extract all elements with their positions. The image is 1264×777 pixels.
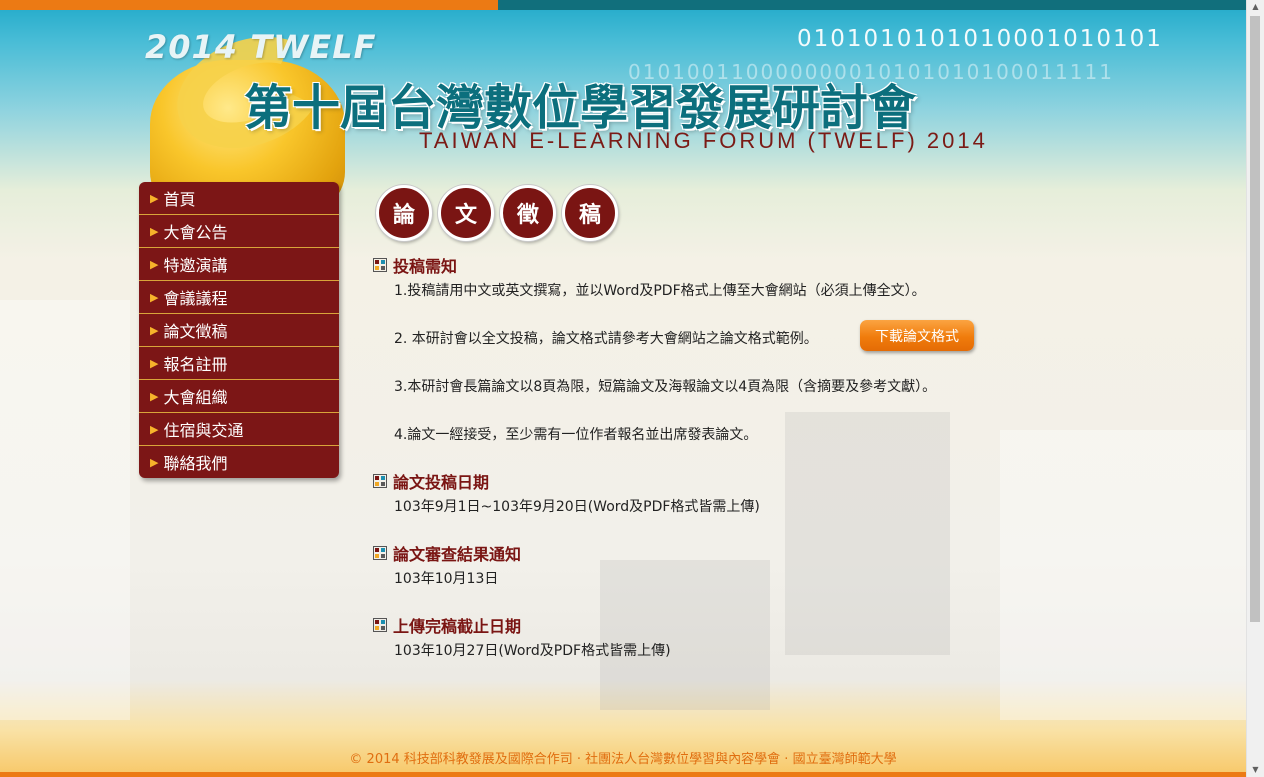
arrow-right-icon: ▶ [150,356,159,370]
sidebar-item-accommodation[interactable]: ▶ 住宿與交通 [139,413,339,446]
sidebar-item-label: 論文徵稿 [163,322,228,341]
site-title-english: TAIWAN E-LEARNING FORUM (TWELF) 2014 [419,128,988,153]
sidebar-nav: ▶ 首頁 ▶ 大會公告 ▶ 特邀演講 ▶ 會議議程 ▶ 論文徵稿 ▶ 報名註冊 ▶ 大會組織 … [139,182,339,478]
sidebar-item-registration[interactable]: ▶ 報名註冊 [139,347,339,380]
section-bullet-icon [373,474,387,488]
vertical-scrollbar[interactable]: ▲ ▼ [1246,0,1264,777]
page-title: 論 文 徵 稿 [376,185,618,241]
bottom-accent-bar [0,772,1246,777]
guideline-item: 2. 本研討會以全文投稿，論文格式請參考大會網站之論文格式範例。 [394,331,818,347]
sidebar-item-program[interactable]: ▶ 會議議程 [139,281,339,314]
arrow-right-icon: ▶ [150,290,159,304]
sidebar-item-label: 特邀演講 [163,256,228,275]
sidebar-item-call-for-papers[interactable]: ▶ 論文徵稿 [139,314,339,347]
section-title: 投稿需知 [393,257,458,276]
guideline-item: 4.論文一經接受，至少需有一位作者報名並出席發表論文。 [394,427,758,443]
scroll-down-icon[interactable]: ▼ [1247,763,1264,777]
section-title: 上傳完稿截止日期 [393,617,522,636]
arrow-right-icon: ▶ [150,422,159,436]
background-panel [785,412,950,655]
sidebar-item-announcements[interactable]: ▶ 大會公告 [139,215,339,248]
section-title: 論文投稿日期 [393,473,490,492]
scrollbar-thumb[interactable] [1250,16,1260,622]
sidebar-item-home[interactable]: ▶ 首頁 [139,182,339,215]
page-title-char: 論 [376,185,432,241]
sidebar-item-label: 住宿與交通 [163,421,244,440]
section-review: 論文審查結果通知 103年10月13日 [373,543,521,588]
section-bullet-icon [373,618,387,632]
guideline-item: 1.投稿請用中文或英文撰寫，並以Word及PDF格式上傳至大會網站（必須上傳全文… [394,283,926,299]
sidebar-item-label: 會議議程 [163,289,228,308]
scroll-up-icon[interactable]: ▲ [1247,0,1264,14]
section-bullet-icon [373,258,387,272]
arrow-right-icon: ▶ [150,191,159,205]
arrow-right-icon: ▶ [150,389,159,403]
sidebar-item-keynotes[interactable]: ▶ 特邀演講 [139,248,339,281]
page-title-char: 徵 [500,185,556,241]
brand-year: 2014 TWELF [145,28,377,66]
top-accent-bar-teal [498,0,1246,10]
sidebar-item-organization[interactable]: ▶ 大會組織 [139,380,339,413]
sidebar-item-label: 大會組織 [163,388,228,407]
footer-copyright: © 2014 科技部科教發展及國際合作司 · 社團法人台灣數位學習與內容學會 ·… [349,752,897,767]
section-title: 論文審查結果通知 [393,545,522,564]
binary-decoration: 0101010101010001010101 [797,26,1163,52]
download-template-button[interactable]: 下載論文格式 [860,320,974,351]
section-final: 上傳完稿截止日期 103年10月27日(Word及PDF格式皆需上傳) [373,615,671,660]
page-title-char: 文 [438,185,494,241]
guideline-item: 3.本研討會長篇論文以8頁為限，短篇論文及海報論文以4頁為限（含摘要及參考文獻）… [394,379,937,395]
section-bullet-icon [373,546,387,560]
background-panel [1000,430,1246,720]
page-title-char: 稿 [562,185,618,241]
sidebar-item-label: 首頁 [163,190,196,209]
sidebar-item-label: 聯絡我們 [163,454,228,473]
top-accent-bar-orange [0,0,498,10]
sidebar-item-contact[interactable]: ▶ 聯絡我們 [139,446,339,478]
background-panel [0,300,130,720]
section-text: 103年10月13日 [394,571,499,587]
sidebar-item-label: 報名註冊 [163,355,228,374]
arrow-right-icon: ▶ [150,323,159,337]
section-submission: 論文投稿日期 103年9月1日~103年9月20日(Word及PDF格式皆需上傳… [373,471,760,516]
section-text: 103年10月27日(Word及PDF格式皆需上傳) [394,643,671,659]
section-guidelines-heading: 投稿需知 [373,255,458,276]
arrow-right-icon: ▶ [150,224,159,238]
arrow-right-icon: ▶ [150,455,159,469]
sidebar-item-label: 大會公告 [163,223,228,242]
arrow-right-icon: ▶ [150,257,159,271]
section-text: 103年9月1日~103年9月20日(Word及PDF格式皆需上傳) [394,499,760,515]
